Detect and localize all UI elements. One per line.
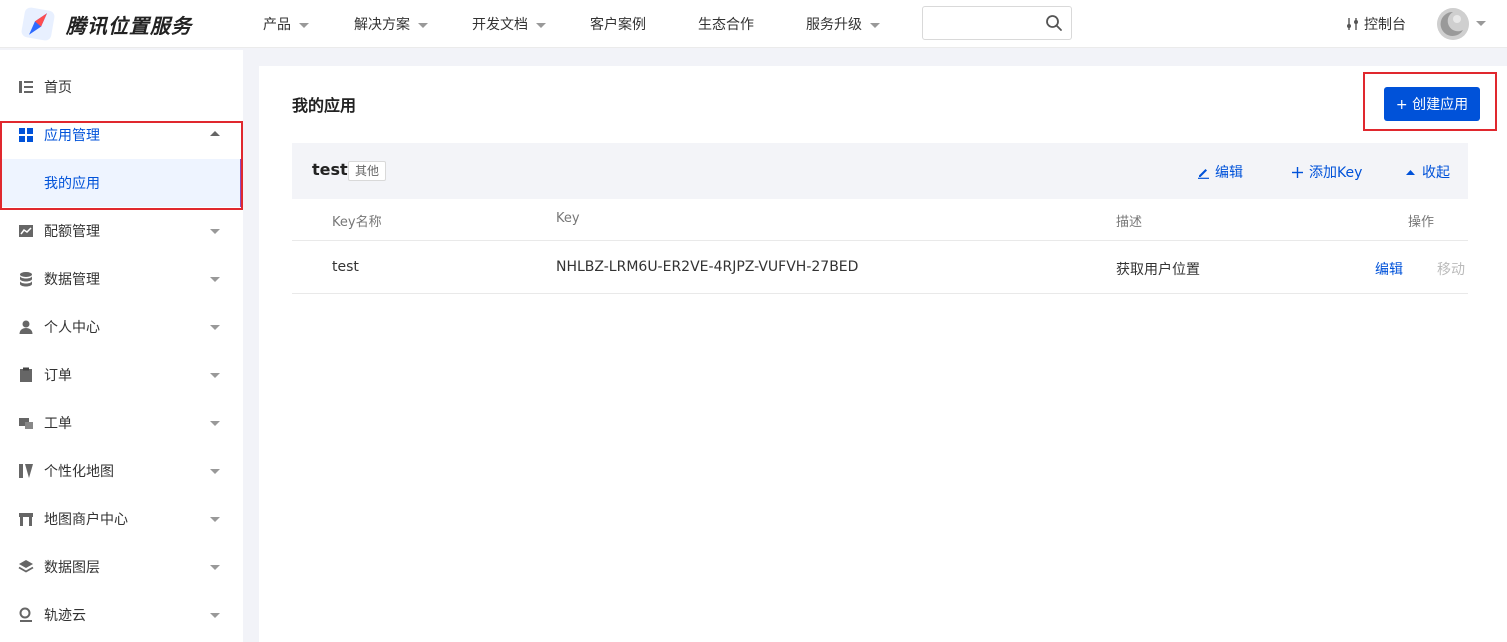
caret-down-icon [299,22,309,28]
sidebar-item-quota[interactable]: 配额管理 [0,207,243,255]
sidebar-item-layers[interactable]: 数据图层 [0,543,243,591]
key-desc-cell: 获取用户位置 [1116,262,1200,278]
caret-down-icon [210,421,220,426]
sidebar-item-custom-map[interactable]: 个性化地图 [0,447,243,495]
sidebar-item-app-management[interactable]: 应用管理 [0,111,243,159]
caret-up-icon [1406,170,1415,175]
console-link[interactable]: 控制台 [1346,14,1406,34]
app-type-badge: 其他 [348,161,387,181]
sidebar-item-merchant[interactable]: 地图商户中心 [0,495,243,543]
nav-products[interactable]: 产品 [263,14,309,34]
sidebar-subitem-my-apps[interactable]: 我的应用 [0,159,243,207]
brand-title[interactable]: 腾讯位置服务 [66,10,192,39]
caret-down-icon [210,469,220,474]
edit-app-button[interactable]: 编辑 [1197,162,1243,182]
pencil-icon [1198,169,1209,179]
caret-down-icon [210,517,220,522]
sidebar-item-track[interactable]: 轨迹云 [0,591,243,639]
map-style-icon [19,464,33,478]
caret-down-icon [210,229,220,234]
col-header-key-name: Key名称 [332,215,382,230]
app-card-header: test 其他 编辑 添加Key 收起 [292,143,1468,199]
top-header: 腾讯位置服务 产品 解决方案 开发文档 客户案例 生态合作 服务升级 控制台 [0,0,1507,48]
col-header-desc: 描述 [1116,215,1143,230]
grid-icon [19,128,33,142]
caret-down-icon[interactable] [1476,21,1486,26]
col-header-key: Key [556,211,580,226]
clipboard-icon [20,367,32,382]
sidebar: 首页 应用管理 我的应用 配额管理 数据管理 个人中心 订单 工单 个性化地图 [0,50,243,642]
key-value-cell: NHLBZ-LRM6U-ER2VE-4RJPZ-VUFVH-27BED [556,259,859,275]
active-indicator [240,159,243,207]
sidebar-item-orders[interactable]: 订单 [0,351,243,399]
search-icon[interactable] [1045,14,1063,32]
nav-docs[interactable]: 开发文档 [472,14,546,34]
collapse-button[interactable]: 收起 [1404,162,1450,182]
nav-cases[interactable]: 客户案例 [590,14,646,34]
caret-down-icon [210,613,220,618]
nav-upgrade[interactable]: 服务升级 [806,14,880,34]
caret-down-icon [210,373,220,378]
ticket-icon [19,418,33,429]
nav-ecosystem[interactable]: 生态合作 [698,14,754,34]
create-app-button[interactable]: + 创建应用 [1384,87,1480,121]
sliders-icon [1347,18,1358,30]
user-avatar-icon [1437,8,1469,40]
move-key-link[interactable]: 移动 [1437,259,1465,279]
row-divider [292,240,1468,241]
sidebar-item-data[interactable]: 数据管理 [0,255,243,303]
caret-down-icon [418,22,428,28]
list-icon [19,81,33,93]
caret-down-icon [210,325,220,330]
database-icon [20,272,32,287]
page-title: 我的应用 [292,96,357,115]
sidebar-item-personal[interactable]: 个人中心 [0,303,243,351]
layers-icon [18,560,34,573]
search-box [922,6,1072,40]
store-icon [19,513,33,526]
caret-down-icon [210,565,220,570]
nav-solutions[interactable]: 解决方案 [354,14,428,34]
track-icon [19,607,32,622]
caret-down-icon [870,22,880,28]
caret-up-icon [210,131,220,136]
chart-icon [19,225,33,237]
edit-key-link[interactable]: 编辑 [1375,259,1403,279]
add-key-button[interactable]: 添加Key [1291,162,1362,182]
plus-icon [1292,167,1303,178]
avatar[interactable] [1437,8,1469,40]
row-divider [292,293,1468,294]
compass-logo-icon[interactable] [20,6,56,42]
caret-down-icon [536,22,546,28]
caret-down-icon [210,277,220,282]
user-icon [19,320,33,334]
app-name: test [312,160,348,179]
search-input[interactable] [931,7,1046,39]
key-name-cell: test [332,259,359,275]
col-header-actions: 操作 [1408,215,1435,230]
sidebar-item-home[interactable]: 首页 [0,63,243,111]
sidebar-item-tickets[interactable]: 工单 [0,399,243,447]
main-panel: 我的应用 + 创建应用 test 其他 编辑 添加Key 收起 Key名称 Ke… [259,66,1507,642]
